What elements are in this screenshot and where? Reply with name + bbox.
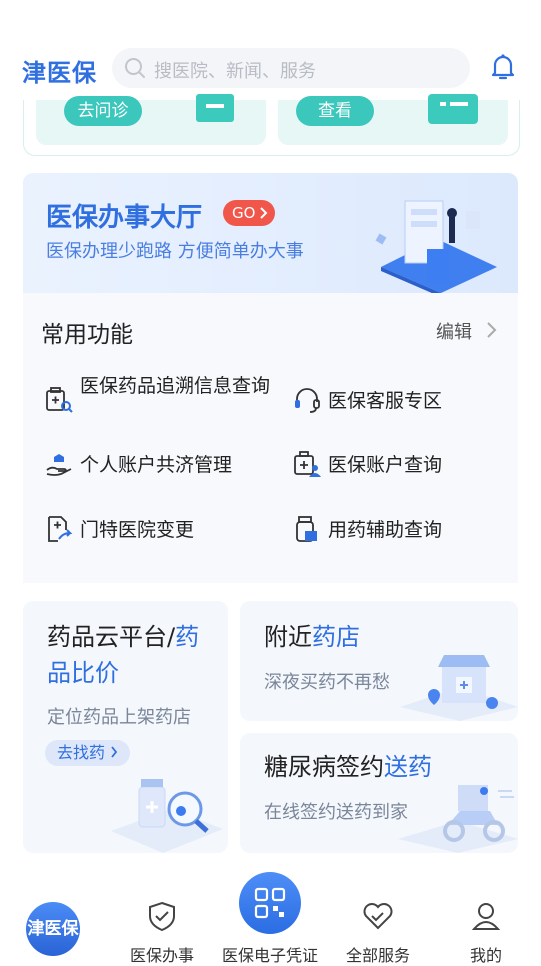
function-item-account-query[interactable]: 医保账户查询: [293, 450, 493, 480]
nav-item-e-voucher[interactable]: 医保电子凭证: [216, 868, 324, 965]
app-header: 津医保 搜医院、新闻、服务: [0, 40, 541, 100]
nav-label: 我的: [469, 946, 502, 965]
hall-subtitle: 医保办理少跑路 方便简单办大事: [46, 241, 304, 262]
nav-label: 医保电子凭证: [221, 946, 318, 965]
qr-code-button[interactable]: [239, 872, 301, 934]
chevron-right-icon: [487, 322, 497, 338]
function-item-account-share[interactable]: 个人账户共济管理: [45, 450, 275, 480]
find-drug-button[interactable]: 去找药: [45, 740, 131, 766]
bell-icon[interactable]: [488, 52, 518, 82]
go-label: GO: [232, 204, 256, 222]
card-subtitle: 定位药品上架药店: [47, 707, 191, 728]
function-label: 用药辅助查询: [328, 519, 443, 541]
qr-code-icon: [254, 887, 286, 919]
nearby-pharmacy-card[interactable]: 附近药店 深夜买药不再愁: [240, 601, 518, 721]
medkit-user-icon: [294, 451, 321, 477]
headset-icon: [295, 388, 320, 413]
nav-item-services[interactable]: 医保办事: [108, 868, 216, 965]
card-title: 附近药店: [264, 623, 360, 651]
function-label: 门特医院变更: [80, 519, 195, 541]
nav-label: 医保办事: [129, 946, 194, 965]
nav-item-profile[interactable]: 我的: [432, 868, 540, 965]
section-title: 常用功能: [41, 322, 133, 348]
medicine-bottle-icon: [296, 516, 317, 542]
search-icon: [125, 58, 145, 78]
diabetes-delivery-card[interactable]: 糖尿病签约送药 在线签约送药到家: [240, 733, 518, 853]
search-placeholder: 搜医院、新闻、服务: [154, 61, 316, 82]
function-label: 医保药品追溯信息查询: [80, 375, 271, 397]
view-tile[interactable]: 查看: [278, 94, 508, 145]
go-badge[interactable]: GO: [223, 200, 275, 226]
drug-cloud-card[interactable]: 药品云平台/药品比价 定位药品上架药店 去找药: [23, 601, 228, 853]
app-logo: 津医保: [22, 59, 97, 87]
hall-title: 医保办事大厅: [46, 203, 203, 233]
service-hall-illustration: [375, 200, 497, 293]
bottom-nav: 津医保 医保办事 医保电子凭证 全部服务 我的: [0, 868, 541, 965]
function-item-customer-service[interactable]: 医保客服专区: [293, 386, 493, 416]
nav-home-button[interactable]: 津医保: [26, 902, 80, 956]
chevron-right-icon: [111, 746, 118, 758]
function-item-hospital-change[interactable]: 门特医院变更: [45, 515, 275, 545]
find-drug-label: 去找药: [57, 743, 106, 762]
clipboard-icon: [196, 94, 234, 122]
drug-search-icon: [46, 387, 73, 413]
consult-button[interactable]: 去问诊: [64, 96, 142, 126]
chevron-right-icon: [260, 207, 268, 219]
nav-item-all-services[interactable]: 全部服务: [324, 868, 432, 965]
service-hall-banner[interactable]: 医保办事大厅 GO 医保办理少跑路 方便简单办大事: [23, 173, 518, 293]
heart-check-icon: [363, 903, 393, 930]
card-subtitle: 在线签约送药到家: [264, 802, 408, 823]
function-label: 医保账户查询: [328, 454, 443, 476]
function-label: 医保客服专区: [328, 390, 443, 412]
common-functions-panel: 常用功能 编辑 医保药品追溯信息查询 医保客服专区 个人账户共济管理 医保账户查…: [23, 293, 518, 583]
hand-care-icon: [46, 454, 72, 476]
drug-magnifier-illustration: [111, 779, 223, 853]
pharmacy-store-illustration: [400, 655, 518, 721]
card-subtitle: 深夜买药不再愁: [264, 672, 390, 693]
nav-label: 全部服务: [345, 946, 410, 965]
card-title: 药品云平台/药品比价: [47, 623, 200, 687]
consult-tile[interactable]: 去问诊: [36, 94, 266, 145]
function-item-drug-trace[interactable]: 医保药品追溯信息查询: [45, 371, 275, 431]
function-label: 个人账户共济管理: [80, 454, 233, 476]
consult-card: 去问诊 查看: [23, 94, 520, 156]
user-icon: [471, 903, 501, 930]
view-button[interactable]: 查看: [296, 96, 374, 126]
document-change-icon: [48, 516, 73, 542]
function-item-medication-query[interactable]: 用药辅助查询: [293, 515, 493, 545]
search-input[interactable]: 搜医院、新闻、服务: [112, 48, 470, 88]
delivery-scooter-illustration: [398, 785, 518, 853]
chat-icon: [428, 94, 478, 124]
shield-check-icon: [149, 901, 175, 932]
edit-button[interactable]: 编辑: [436, 318, 472, 344]
